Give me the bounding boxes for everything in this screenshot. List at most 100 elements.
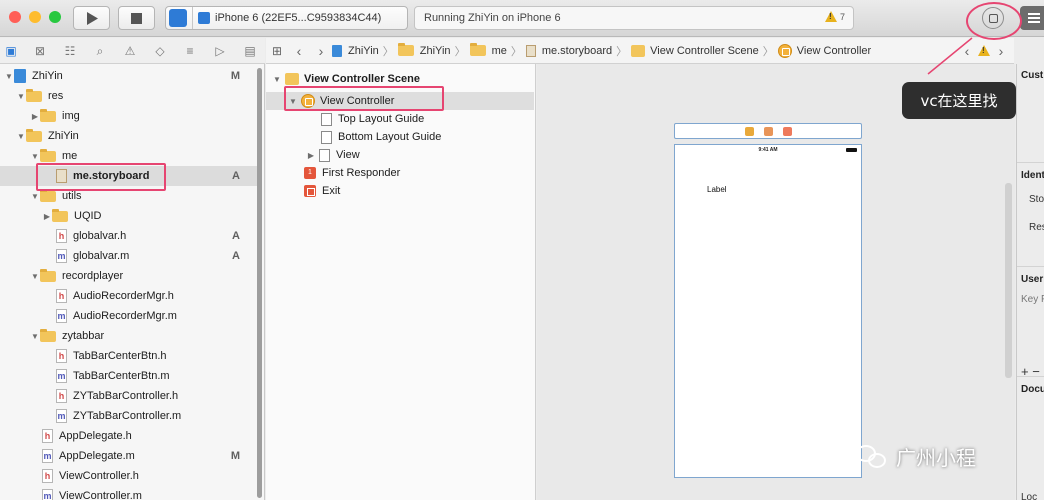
report-navigator-icon[interactable]: ▤ <box>242 43 258 59</box>
folder-icon <box>26 88 42 102</box>
breakpoint-navigator-icon[interactable]: ▷ <box>212 43 228 59</box>
navigator-row[interactable]: ▶ img <box>0 106 260 126</box>
scene-dock[interactable] <box>674 123 862 139</box>
utilities-pane-toggle[interactable] <box>1020 6 1044 30</box>
scene-title: View Controller Scene <box>304 73 420 85</box>
symbol-navigator-icon[interactable]: ☷ <box>62 43 78 59</box>
activity-text: Running ZhiYin on iPhone 6 <box>424 12 561 24</box>
inspector-divider <box>1017 266 1044 267</box>
outline-label: Bottom Layout Guide <box>338 131 442 143</box>
row-label: recordplayer <box>62 270 124 282</box>
navigator-row[interactable]: h AppDelegate.h <box>0 426 260 446</box>
navigator-row[interactable]: h ViewController.h <box>0 466 260 486</box>
navigator-row[interactable]: m TabBarCenterBtn.m <box>0 366 260 386</box>
document-outline: ▼ View Controller Scene ▼ View Controlle… <box>266 64 536 500</box>
scrollbar-thumb[interactable] <box>257 68 262 498</box>
disclosure-icon[interactable]: ▼ <box>16 132 26 141</box>
navigator-row[interactable]: h TabBarCenterBtn.h <box>0 346 260 366</box>
navigator-row[interactable]: m AudioRecorderMgr.m <box>0 306 260 326</box>
disclosure-icon[interactable]: ▼ <box>30 332 40 341</box>
highlight-storyboard-file <box>36 163 166 191</box>
project-icon <box>332 44 342 57</box>
navigator-row[interactable]: m AppDelegate.m M <box>0 446 260 466</box>
outline-row[interactable]: Exit <box>266 182 534 200</box>
label-view[interactable]: Label <box>707 185 727 194</box>
outline-row[interactable]: ▶ View <box>266 146 534 164</box>
close-window-button[interactable] <box>9 11 21 23</box>
navigator-row[interactable]: ▼ ZhiYin <box>0 126 260 146</box>
breadcrumb-item[interactable]: ZhiYin 〉 <box>332 43 394 59</box>
disclosure-icon[interactable]: ▼ <box>30 152 40 161</box>
document-header: Docu <box>1021 384 1044 395</box>
row-label: AppDelegate.m <box>59 450 135 462</box>
disclosure-icon[interactable]: ▼ <box>30 272 40 281</box>
folder-icon <box>26 128 42 142</box>
scheme-selector[interactable]: iPhone 6 (22EF5...C9593834C44) <box>165 6 408 30</box>
navigator-row[interactable]: ▼ recordplayer <box>0 266 260 286</box>
row-label: AudioRecorderMgr.h <box>73 290 174 302</box>
source-control-icon[interactable]: ⊠ <box>32 43 48 59</box>
breadcrumb-item[interactable]: me 〉 <box>469 43 522 59</box>
storyboard-canvas[interactable]: 9:41 AM Label <box>537 64 1015 500</box>
navigator-row[interactable]: m globalvar.m A <box>0 246 260 266</box>
navigator-row[interactable]: ▼ zytabbar <box>0 326 260 346</box>
outline-row[interactable]: 1 First Responder <box>266 164 534 182</box>
row-label: UQID <box>74 210 102 222</box>
outline-row[interactable]: Bottom Layout Guide <box>266 128 534 146</box>
project-navigator-icon[interactable]: ▣ <box>3 43 19 59</box>
disclosure-icon[interactable]: ▼ <box>4 72 14 81</box>
disclosure-icon[interactable]: ▼ <box>16 92 26 101</box>
inspector-divider <box>1017 376 1044 377</box>
disclosure-icon[interactable]: ▶ <box>30 112 40 121</box>
navigator-row[interactable]: m ViewController.m <box>0 486 260 500</box>
issue-navigator-icon[interactable]: ⚠ <box>122 43 138 59</box>
view-controller-scene[interactable]: 9:41 AM Label <box>674 144 862 478</box>
row-label: ViewController.m <box>59 490 142 500</box>
status-badge: A <box>232 170 240 182</box>
canvas-scrollbar[interactable] <box>1005 183 1012 378</box>
navigator-row[interactable]: h AudioRecorderMgr.h <box>0 286 260 306</box>
navigator-row[interactable]: ▼ res <box>0 86 260 106</box>
view-controller-dock-icon[interactable] <box>744 126 754 136</box>
test-navigator-icon[interactable]: ◇ <box>152 43 168 59</box>
disclosure-icon[interactable]: ▼ <box>272 75 282 84</box>
related-items-icon[interactable]: ⊞ <box>266 44 288 58</box>
breadcrumb-label: View Controller <box>796 44 872 57</box>
zoom-window-button[interactable] <box>49 11 61 23</box>
next-issue-button[interactable]: › <box>996 43 1006 59</box>
disclosure-icon[interactable]: ▶ <box>306 151 316 160</box>
disclosure-icon[interactable]: ▶ <box>42 212 52 221</box>
search-icon[interactable]: ⌕ <box>92 43 108 59</box>
outline-row[interactable]: Top Layout Guide <box>266 110 534 128</box>
breadcrumb-item[interactable]: View Controller Scene 〉 <box>631 43 774 59</box>
storyboard-id-label: Sto <box>1029 194 1044 205</box>
navigator-scrollbar[interactable] <box>257 64 263 498</box>
exit-dock-icon[interactable] <box>782 126 792 136</box>
folder-icon <box>52 208 68 222</box>
row-label: ZYTabBarController.h <box>73 390 179 402</box>
breadcrumb-item[interactable]: ZhiYin 〉 <box>397 43 466 59</box>
restoration-id-label: Res <box>1029 222 1044 233</box>
navigator-row[interactable]: h ZYTabBarController.h <box>0 386 260 406</box>
debug-navigator-icon[interactable]: ≡ <box>182 43 198 59</box>
breadcrumb-item[interactable]: View Controller <box>777 43 872 58</box>
navigator-row[interactable]: ▶ UQID <box>0 206 260 226</box>
implementation-file-icon: m <box>56 249 67 263</box>
status-badge: A <box>232 250 240 262</box>
stop-button[interactable] <box>118 6 155 30</box>
back-button[interactable]: ‹ <box>288 43 310 59</box>
navigator-row[interactable]: ▼ ZhiYin M <box>0 66 260 86</box>
minimize-window-button[interactable] <box>29 11 41 23</box>
first-responder-dock-icon[interactable] <box>763 126 773 136</box>
forward-button[interactable]: › <box>310 43 332 59</box>
row-label: img <box>62 110 80 122</box>
warnings-indicator[interactable]: ! 7 <box>824 11 845 22</box>
row-label: TabBarCenterBtn.h <box>73 350 167 362</box>
scene-icon <box>631 44 646 57</box>
warning-icon[interactable]: ! <box>978 45 990 56</box>
run-button[interactable] <box>73 6 110 30</box>
disclosure-icon[interactable]: ▼ <box>30 192 40 201</box>
breadcrumb-item[interactable]: me.storyboard 〉 <box>525 43 627 59</box>
navigator-row[interactable]: h globalvar.h A <box>0 226 260 246</box>
navigator-row[interactable]: m ZYTabBarController.m <box>0 406 260 426</box>
